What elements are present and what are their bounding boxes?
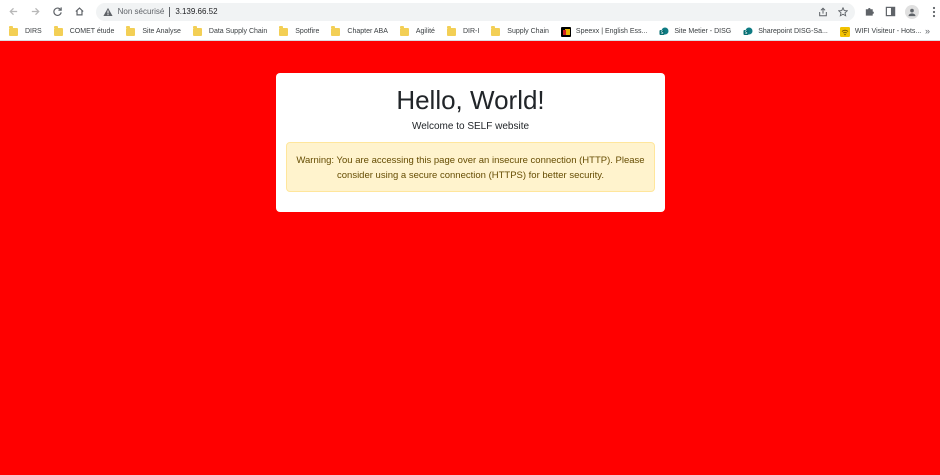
folder-icon [446,25,456,36]
url-text[interactable]: 3.139.66.52 [175,7,217,16]
bookmark-spotfire[interactable]: Spotfire [279,25,319,39]
omnibox-divider [169,6,171,17]
sharepoint-favicon-icon: S [743,27,753,36]
side-panel-icon[interactable] [884,6,896,18]
svg-text:S: S [745,30,748,36]
folder-icon [126,25,136,36]
bookmark-dirs[interactable]: DIRS [9,25,42,39]
insecure-connection-warning: Warning: You are accessing this page ove… [286,142,655,192]
share-icon[interactable] [817,6,829,18]
sharepoint-favicon-icon: S [659,27,669,36]
svg-text:S: S [661,30,664,36]
wifi-favicon-icon [839,26,850,37]
bookmark-sharepoint-disg[interactable]: S Sharepoint DISG-Sa... [743,25,828,39]
back-icon[interactable] [6,4,22,20]
bookmark-data-supply-chain[interactable]: Data Supply Chain [192,25,267,39]
star-icon[interactable] [837,6,849,18]
folder-icon [279,25,289,36]
omnibox-actions [817,6,849,18]
toolbar-right [863,4,940,19]
reload-icon[interactable] [50,4,66,20]
puzzle-icon[interactable] [863,6,875,18]
bookmark-dir-i[interactable]: DIR-I [446,25,479,39]
bookmark-site-metier-disg[interactable]: S Site Metier - DISG [659,25,731,39]
warning-icon[interactable] [102,6,114,18]
folder-icon [53,25,63,36]
folder-icon [192,25,202,36]
bookmark-comet-etude[interactable]: COMET étude [53,25,114,39]
folder-icon [331,25,341,36]
page-subtitle: Welcome to SELF website [411,121,530,132]
page-title: Hello, World! [396,85,545,115]
bookmark-supply-chain[interactable]: Supply Chain [491,25,549,39]
bookmark-speexx[interactable]: Speexx | English Ess... [560,25,647,39]
bookmark-chapter-aba[interactable]: Chapter ABA [331,25,388,39]
home-icon[interactable] [72,4,88,20]
folder-icon [491,25,501,36]
welcome-card: Hello, World! Welcome to SELF website Wa… [276,73,665,212]
security-label[interactable]: Non sécurisé [118,7,165,16]
address-bar[interactable]: Non sécurisé 3.139.66.52 [95,2,856,21]
profile-icon[interactable] [905,4,920,19]
bookmarks-bar: DIRS COMET étude Site Analyse Data Suppl… [0,23,940,41]
bookmark-wifi-visiteur[interactable]: WIFI Visiteur - Hots... [839,25,921,39]
speexx-favicon-icon [560,26,571,37]
browser-toolbar: Non sécurisé 3.139.66.52 [0,0,940,23]
bookmark-agilite[interactable]: Agilité [399,25,435,39]
bookmark-site-analyse[interactable]: Site Analyse [126,25,181,39]
folder-icon [399,25,409,36]
bookmarks-overflow-icon[interactable]: » [925,26,930,36]
kebab-menu-icon[interactable] [928,6,940,18]
folder-icon [9,25,18,36]
forward-icon[interactable] [28,4,44,20]
